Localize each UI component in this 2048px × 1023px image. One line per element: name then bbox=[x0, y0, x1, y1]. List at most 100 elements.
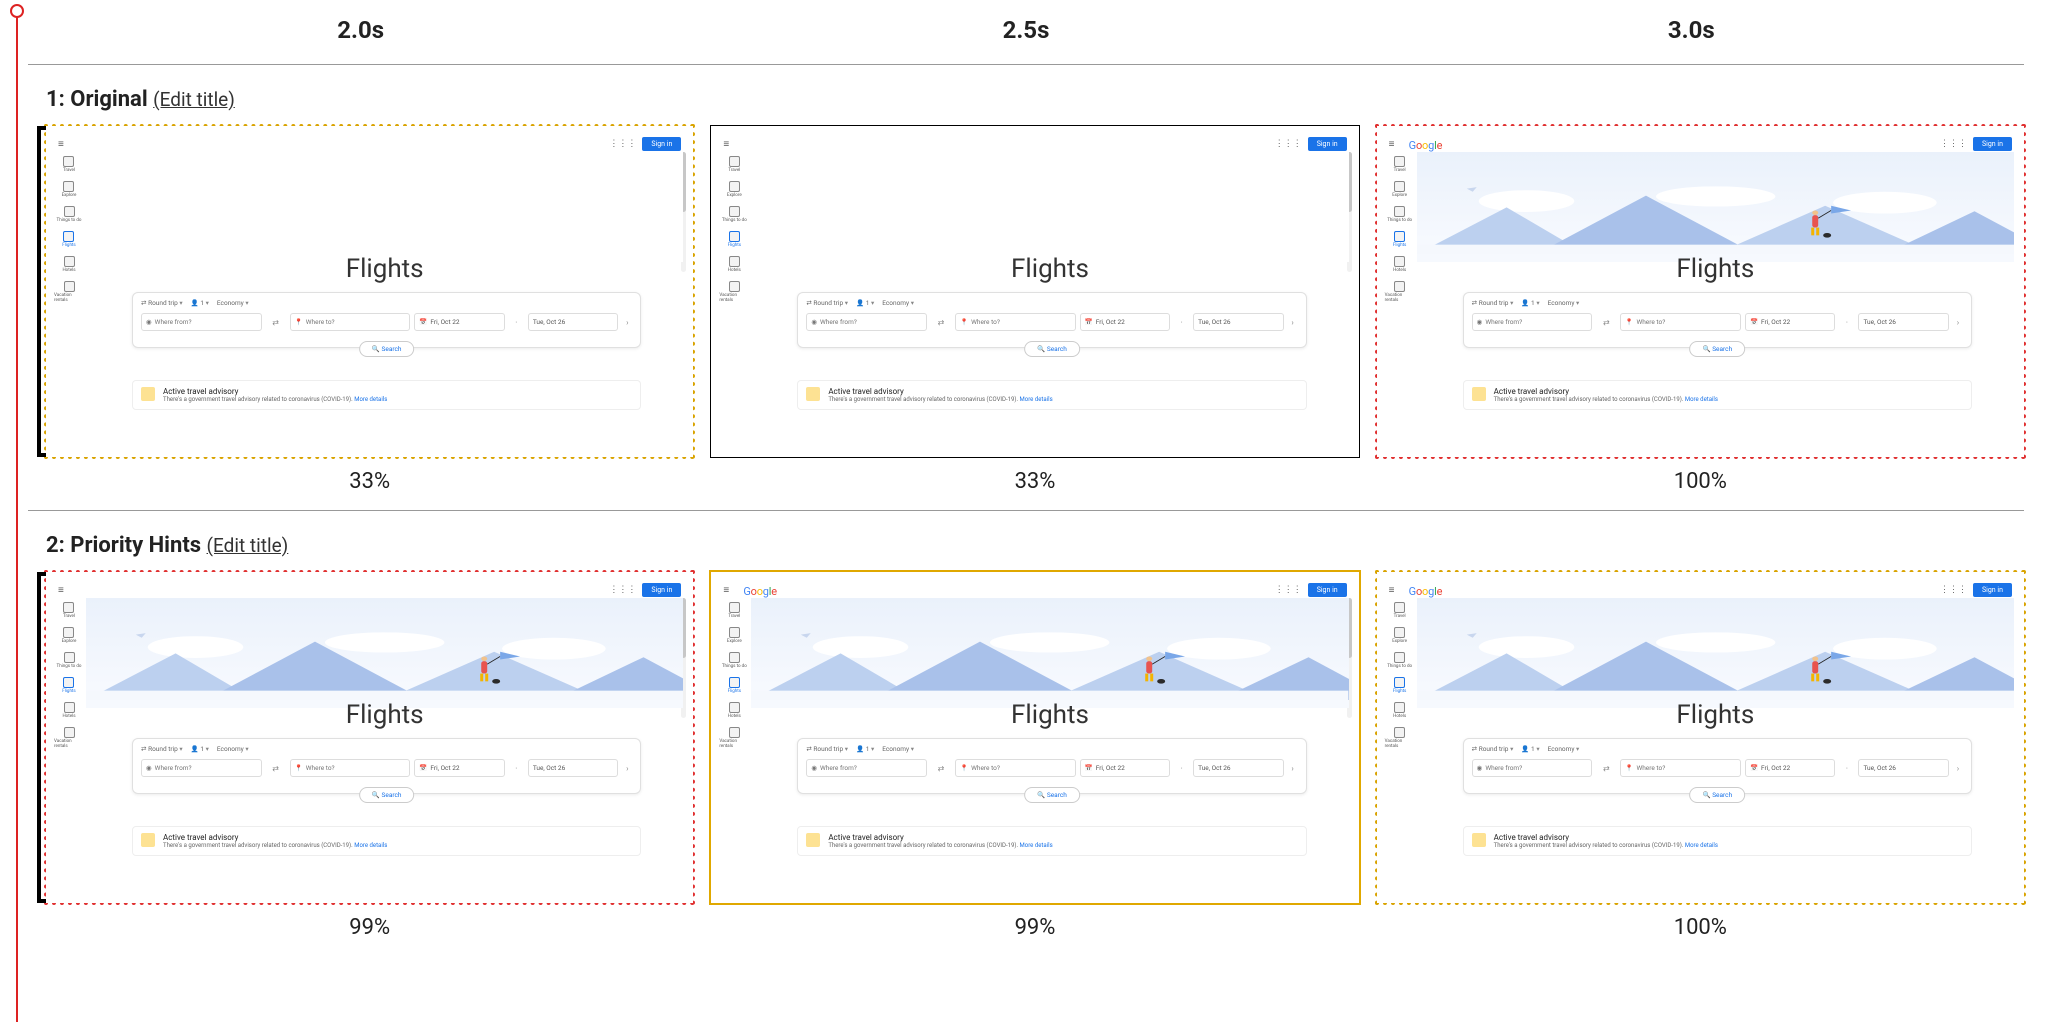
filmstrip-frame[interactable]: ≡ Google ⋮⋮⋮ Sign in TravelExploreThings… bbox=[1377, 572, 2024, 903]
sidebar-item[interactable]: Vacation rentals bbox=[54, 727, 84, 749]
date-stepper[interactable]: › bbox=[622, 764, 632, 773]
sidebar-item[interactable]: Things to do bbox=[1387, 652, 1412, 669]
swap-icon[interactable]: ⇄ bbox=[266, 764, 286, 773]
depart-date-input[interactable]: 📅 Fri, Oct 22 bbox=[414, 313, 504, 331]
sidebar-item[interactable]: Explore bbox=[1392, 181, 1407, 198]
filmstrip-frame[interactable]: ≡ Google ⋮⋮⋮ Sign in TravelExploreThings… bbox=[1377, 126, 2024, 457]
search-button[interactable]: 🔍 Search bbox=[1024, 787, 1080, 803]
sidebar-item[interactable]: Travel bbox=[63, 156, 75, 173]
cabin-class-select[interactable]: Economy bbox=[1548, 299, 1580, 307]
date-stepper[interactable]: › bbox=[1953, 318, 1963, 327]
sign-in-button[interactable]: Sign in bbox=[642, 583, 681, 597]
sidebar-item[interactable]: Things to do bbox=[722, 652, 747, 669]
passenger-select[interactable]: 👤 1 bbox=[856, 299, 874, 307]
edit-title-link[interactable]: (Edit title) bbox=[207, 534, 289, 557]
sidebar-item[interactable]: Explore bbox=[62, 627, 77, 644]
sidebar-item[interactable]: Travel bbox=[63, 602, 75, 619]
apps-grid-icon[interactable]: ⋮⋮⋮ bbox=[1940, 139, 1967, 149]
sidebar-item[interactable]: Hotels bbox=[62, 702, 75, 719]
search-button[interactable]: 🔍 Search bbox=[359, 787, 415, 803]
cabin-class-select[interactable]: Economy bbox=[882, 299, 914, 307]
destination-input[interactable]: 📍 Where to? bbox=[1620, 759, 1741, 777]
depart-date-input[interactable]: 📅 Fri, Oct 22 bbox=[1080, 759, 1170, 777]
sidebar-item[interactable]: Vacation rentals bbox=[1385, 727, 1415, 749]
edit-title-link[interactable]: (Edit title) bbox=[153, 88, 235, 111]
sidebar-item[interactable]: Vacation rentals bbox=[719, 281, 749, 303]
sidebar-item[interactable]: Things to do bbox=[1387, 206, 1412, 223]
sidebar-item[interactable]: Vacation rentals bbox=[1385, 281, 1415, 303]
search-button[interactable]: 🔍 Search bbox=[1024, 341, 1080, 357]
filmstrip-frame[interactable]: ≡ ⋮⋮⋮ Sign in TravelExploreThings to doF… bbox=[46, 126, 693, 457]
origin-input[interactable]: ◉ Where from? bbox=[141, 759, 262, 777]
advisory-more-link[interactable]: More details bbox=[354, 842, 387, 849]
sidebar-item[interactable]: Flights bbox=[728, 677, 741, 694]
sidebar-item[interactable]: Travel bbox=[1394, 156, 1406, 173]
passenger-select[interactable]: 👤 1 bbox=[1521, 299, 1539, 307]
hamburger-icon[interactable]: ≡ bbox=[723, 139, 729, 150]
origin-input[interactable]: ◉ Where from? bbox=[806, 759, 927, 777]
trip-type-select[interactable]: ⇄ Round trip bbox=[1472, 745, 1514, 753]
cabin-class-select[interactable]: Economy bbox=[217, 299, 249, 307]
sidebar-item[interactable]: Things to do bbox=[722, 206, 747, 223]
hamburger-icon[interactable]: ≡ bbox=[58, 139, 64, 150]
return-date-input[interactable]: Tue, Oct 26 bbox=[1858, 759, 1948, 777]
advisory-more-link[interactable]: More details bbox=[1020, 842, 1053, 849]
swap-icon[interactable]: ⇄ bbox=[931, 764, 951, 773]
advisory-more-link[interactable]: More details bbox=[354, 396, 387, 403]
cabin-class-select[interactable]: Economy bbox=[1548, 745, 1580, 753]
sidebar-item[interactable]: Explore bbox=[727, 181, 742, 198]
return-date-input[interactable]: Tue, Oct 26 bbox=[528, 313, 618, 331]
sidebar-item[interactable]: Travel bbox=[728, 156, 740, 173]
sidebar-item[interactable]: Hotels bbox=[728, 256, 741, 273]
depart-date-input[interactable]: 📅 Fri, Oct 22 bbox=[1745, 313, 1835, 331]
sidebar-item[interactable]: Vacation rentals bbox=[54, 281, 84, 303]
cabin-class-select[interactable]: Economy bbox=[882, 745, 914, 753]
trip-type-select[interactable]: ⇄ Round trip bbox=[1472, 299, 1514, 307]
sign-in-button[interactable]: Sign in bbox=[1973, 137, 2012, 151]
destination-input[interactable]: 📍 Where to? bbox=[290, 759, 411, 777]
apps-grid-icon[interactable]: ⋮⋮⋮ bbox=[609, 585, 636, 595]
origin-input[interactable]: ◉ Where from? bbox=[806, 313, 927, 331]
apps-grid-icon[interactable]: ⋮⋮⋮ bbox=[1275, 139, 1302, 149]
advisory-more-link[interactable]: More details bbox=[1685, 396, 1718, 403]
sign-in-button[interactable]: Sign in bbox=[1973, 583, 2012, 597]
sidebar-item[interactable]: Explore bbox=[1392, 627, 1407, 644]
timeline-marker[interactable] bbox=[10, 4, 24, 18]
sign-in-button[interactable]: Sign in bbox=[1308, 583, 1347, 597]
passenger-select[interactable]: 👤 1 bbox=[1521, 745, 1539, 753]
depart-date-input[interactable]: 📅 Fri, Oct 22 bbox=[1745, 759, 1835, 777]
sidebar-item[interactable]: Hotels bbox=[728, 702, 741, 719]
filmstrip-frame[interactable]: ≡ Google ⋮⋮⋮ Sign in TravelExploreThings… bbox=[711, 572, 1358, 903]
origin-input[interactable]: ◉ Where from? bbox=[1472, 759, 1593, 777]
hamburger-icon[interactable]: ≡ bbox=[723, 585, 729, 596]
swap-icon[interactable]: ⇄ bbox=[931, 318, 951, 327]
search-button[interactable]: 🔍 Search bbox=[1689, 341, 1745, 357]
cabin-class-select[interactable]: Economy bbox=[217, 745, 249, 753]
sidebar-item[interactable]: Flights bbox=[62, 677, 75, 694]
destination-input[interactable]: 📍 Where to? bbox=[290, 313, 411, 331]
apps-grid-icon[interactable]: ⋮⋮⋮ bbox=[1940, 585, 1967, 595]
sidebar-item[interactable]: Hotels bbox=[62, 256, 75, 273]
sidebar-item[interactable]: Vacation rentals bbox=[719, 727, 749, 749]
date-stepper[interactable]: › bbox=[1288, 764, 1298, 773]
destination-input[interactable]: 📍 Where to? bbox=[955, 759, 1076, 777]
return-date-input[interactable]: Tue, Oct 26 bbox=[1193, 313, 1283, 331]
sidebar-item[interactable]: Flights bbox=[62, 231, 75, 248]
destination-input[interactable]: 📍 Where to? bbox=[1620, 313, 1741, 331]
search-button[interactable]: 🔍 Search bbox=[1689, 787, 1745, 803]
trip-type-select[interactable]: ⇄ Round trip bbox=[141, 299, 183, 307]
trip-type-select[interactable]: ⇄ Round trip bbox=[141, 745, 183, 753]
sidebar-item[interactable]: Flights bbox=[728, 231, 741, 248]
depart-date-input[interactable]: 📅 Fri, Oct 22 bbox=[414, 759, 504, 777]
sidebar-item[interactable]: Things to do bbox=[57, 206, 82, 223]
swap-icon[interactable]: ⇄ bbox=[1596, 318, 1616, 327]
passenger-select[interactable]: 👤 1 bbox=[856, 745, 874, 753]
sign-in-button[interactable]: Sign in bbox=[1308, 137, 1347, 151]
destination-input[interactable]: 📍 Where to? bbox=[955, 313, 1076, 331]
date-stepper[interactable]: › bbox=[1953, 764, 1963, 773]
swap-icon[interactable]: ⇄ bbox=[266, 318, 286, 327]
sidebar-item[interactable]: Flights bbox=[1393, 677, 1406, 694]
return-date-input[interactable]: Tue, Oct 26 bbox=[1858, 313, 1948, 331]
sidebar-item[interactable]: Flights bbox=[1393, 231, 1406, 248]
return-date-input[interactable]: Tue, Oct 26 bbox=[528, 759, 618, 777]
